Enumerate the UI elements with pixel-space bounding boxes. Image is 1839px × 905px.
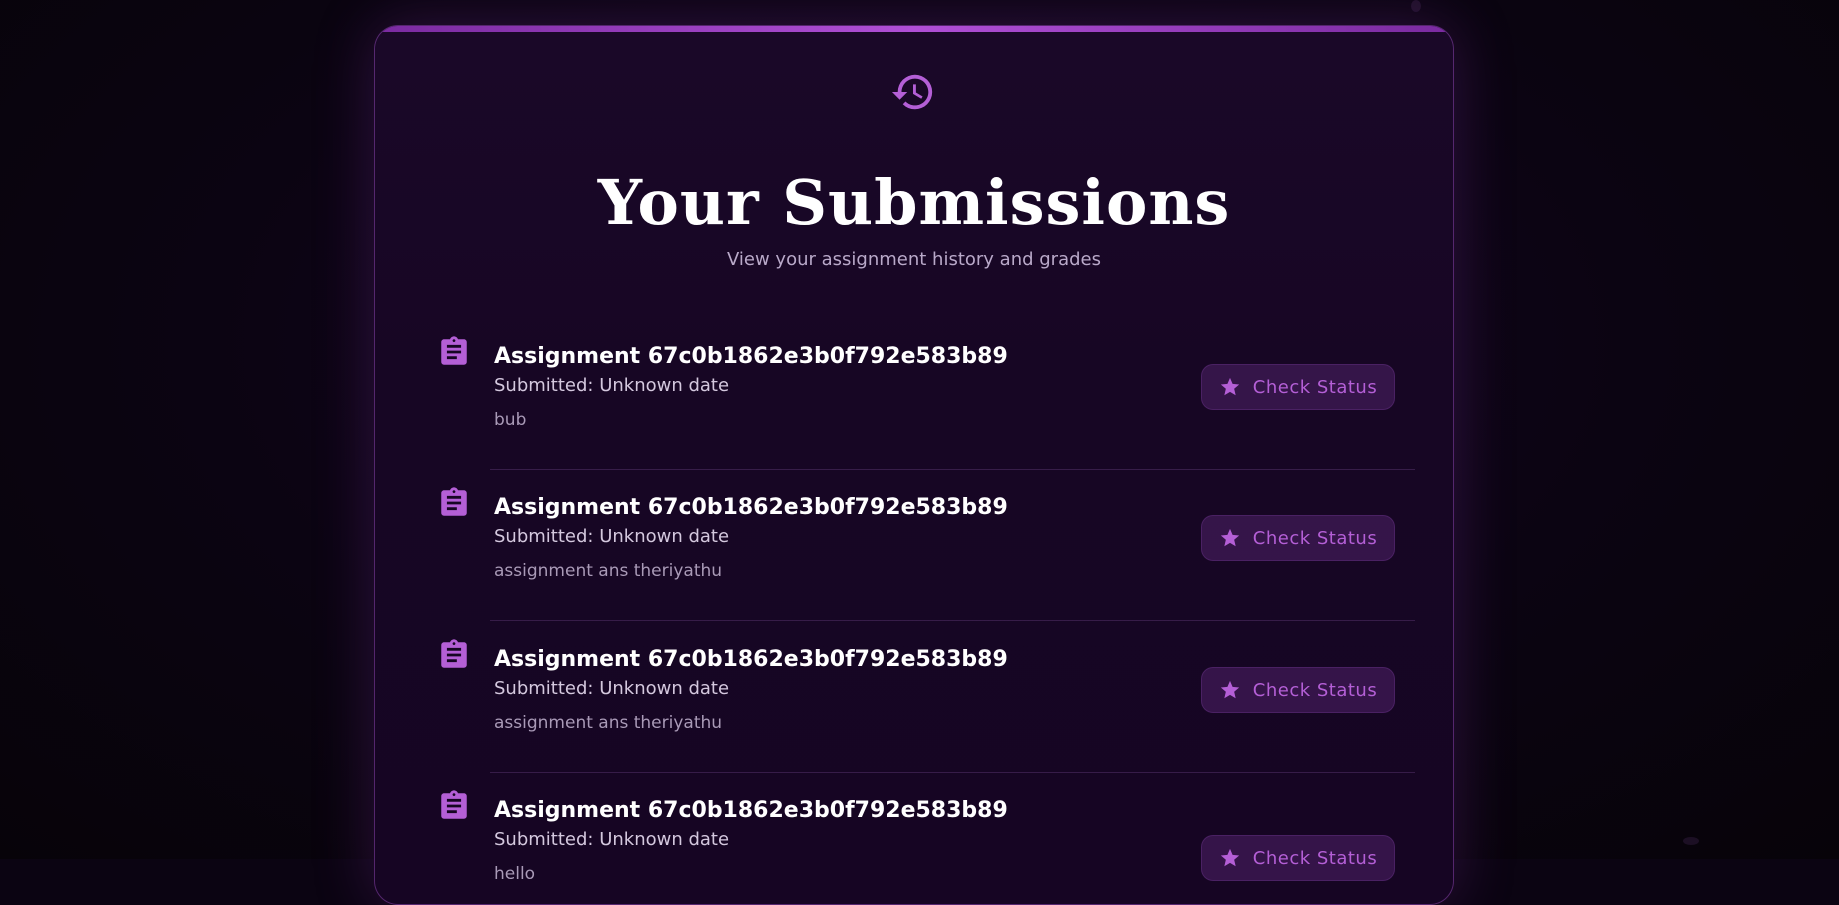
page-title: Your Submissions: [597, 166, 1231, 239]
submission-note: hello: [494, 864, 536, 884]
star-icon: [1220, 680, 1239, 699]
submission-item: Assignment 67c0b1862e3b0f792e583b89 Subm…: [375, 773, 1453, 904]
background-particle: [1683, 837, 1699, 845]
check-status-label: Check Status: [1252, 847, 1378, 869]
submissions-card: Your Submissions View your assignment hi…: [374, 25, 1454, 905]
clipboard-icon: [441, 639, 467, 668]
submission-item: Assignment 67c0b1862e3b0f792e583b89 Subm…: [375, 319, 1453, 471]
check-status-button[interactable]: Check Status: [1201, 835, 1395, 881]
history-icon: [891, 74, 933, 110]
submission-title: Assignment 67c0b1862e3b0f792e583b89: [494, 647, 1008, 672]
check-status-button[interactable]: Check Status: [1201, 364, 1395, 410]
card-accent-bar: [375, 26, 1453, 32]
star-icon: [1220, 528, 1239, 547]
check-status-label: Check Status: [1252, 679, 1378, 701]
submission-date: Submitted: Unknown date: [494, 829, 730, 850]
check-status-button[interactable]: Check Status: [1201, 515, 1395, 561]
clipboard-icon: [441, 487, 467, 516]
check-status-label: Check Status: [1252, 527, 1378, 549]
star-icon: [1220, 377, 1239, 396]
submission-title: Assignment 67c0b1862e3b0f792e583b89: [494, 495, 1008, 520]
submission-date: Submitted: Unknown date: [494, 375, 730, 396]
star-icon: [1220, 848, 1239, 867]
page-subtitle: View your assignment history and grades: [726, 249, 1101, 270]
submission-item: Assignment 67c0b1862e3b0f792e583b89 Subm…: [375, 622, 1453, 774]
background-particle: [1411, 0, 1421, 12]
clipboard-icon: [441, 790, 467, 819]
divider: [490, 620, 1415, 621]
clipboard-icon: [441, 336, 467, 365]
submission-note: assignment ans theriyathu: [494, 561, 723, 581]
submission-date: Submitted: Unknown date: [494, 526, 730, 547]
submission-title: Assignment 67c0b1862e3b0f792e583b89: [494, 344, 1008, 369]
submission-item: Assignment 67c0b1862e3b0f792e583b89 Subm…: [375, 470, 1453, 622]
submission-title: Assignment 67c0b1862e3b0f792e583b89: [494, 798, 1008, 823]
check-status-label: Check Status: [1252, 376, 1378, 398]
check-status-button[interactable]: Check Status: [1201, 667, 1395, 713]
submission-note: assignment ans theriyathu: [494, 713, 723, 733]
submission-note: bub: [494, 410, 527, 430]
submission-date: Submitted: Unknown date: [494, 678, 730, 699]
